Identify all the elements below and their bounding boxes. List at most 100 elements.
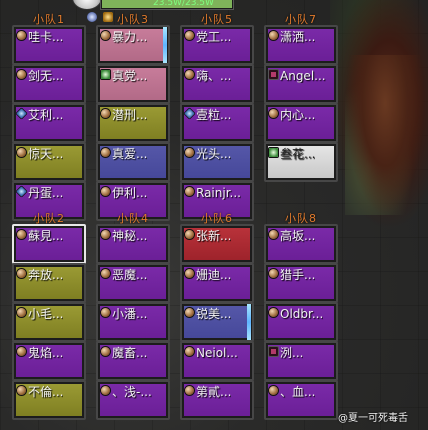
class-icon <box>17 31 26 40</box>
debuff-icon <box>269 70 278 79</box>
member-name: 洌... <box>280 346 304 360</box>
member-name: 鬼焰... <box>28 346 64 360</box>
mana-indicator <box>163 27 167 63</box>
member-name: 潜刑... <box>112 108 148 122</box>
member-name: Rainjr... <box>196 186 241 200</box>
member-name: 姗迪... <box>196 268 232 282</box>
raid-member-frame[interactable]: 第貳... <box>180 380 254 420</box>
raid-member-frame[interactable]: 、浅-... <box>96 380 170 420</box>
heal-icon <box>101 70 110 79</box>
member-name: 光头... <box>196 147 232 161</box>
member-name: 剑无... <box>28 69 64 83</box>
raid-member-frame[interactable]: 内心... <box>264 103 338 143</box>
raid-member-frame[interactable]: 不倫... <box>12 380 86 420</box>
class-icon <box>185 230 194 239</box>
class-icon <box>101 31 110 40</box>
raid-member-frame[interactable]: 真爱... <box>96 142 170 182</box>
member-name: 党工... <box>196 30 232 44</box>
member-name: 蘇見... <box>28 229 64 243</box>
class-icon <box>269 308 278 317</box>
player-health-text: 23.5W/23.5W <box>153 0 214 8</box>
raid-member-frame[interactable]: 党工... <box>180 25 254 65</box>
class-icon <box>185 31 194 40</box>
class-icon <box>101 386 110 395</box>
raid-member-frame[interactable]: 光头... <box>180 142 254 182</box>
raid-member-frame[interactable]: 张新... <box>180 224 254 264</box>
member-name: 真党... <box>112 69 148 83</box>
member-name: 叁花... <box>280 147 316 161</box>
raid-member-frame[interactable]: 嗨、... <box>180 64 254 104</box>
class-icon <box>269 109 278 118</box>
member-name: 张新... <box>196 229 232 243</box>
raid-member-frame[interactable]: 小毛... <box>12 302 86 342</box>
class-icon <box>185 70 194 79</box>
member-name: 伊利... <box>112 186 148 200</box>
member-name: 魔畜... <box>112 346 148 360</box>
class-icon <box>17 269 26 278</box>
raid-member-frame[interactable]: 蘇見... <box>12 224 86 264</box>
raid-member-frame[interactable]: 猎手... <box>264 263 338 303</box>
class-icon <box>17 70 26 79</box>
raid-member-frame[interactable]: 恶魔... <box>96 263 170 303</box>
raid-member-frame[interactable]: Neiol... <box>180 341 254 381</box>
member-name: 暴力... <box>112 30 148 44</box>
class-icon <box>101 187 110 196</box>
class-icon <box>269 269 278 278</box>
member-name: Oldbr... <box>280 307 324 321</box>
raid-member-frame[interactable]: 魔畜... <box>96 341 170 381</box>
member-name: 不倫... <box>28 385 64 399</box>
member-name: 惊天... <box>28 147 64 161</box>
raid-member-frame[interactable]: Oldbr... <box>264 302 338 342</box>
raid-member-frame[interactable]: 神秘... <box>96 224 170 264</box>
member-name: 奔放... <box>28 268 64 282</box>
member-name: 内心... <box>280 108 316 122</box>
raid-member-frame[interactable]: 姗迪... <box>180 263 254 303</box>
watermark: @夏一可死毒舌 <box>338 413 408 424</box>
member-name: 、血... <box>280 385 316 399</box>
raid-member-frame[interactable]: 潜刑... <box>96 103 170 143</box>
member-name: 第貳... <box>196 385 232 399</box>
class-icon <box>269 230 278 239</box>
raid-member-frame[interactable]: 哇卡... <box>12 25 86 65</box>
member-name: 真爱... <box>112 147 148 161</box>
member-name: 、浅-... <box>112 385 152 399</box>
creature-model <box>345 55 425 215</box>
member-name: 壹粒... <box>196 108 232 122</box>
raid-member-frame[interactable]: 奔放... <box>12 263 86 303</box>
class-icon <box>17 148 26 157</box>
member-name: 猎手... <box>280 268 316 282</box>
member-name: Neiol... <box>196 346 238 360</box>
raid-member-frame[interactable]: 暴力... <box>96 25 170 65</box>
class-icon <box>185 386 194 395</box>
member-name: 小毛... <box>28 307 64 321</box>
raid-member-frame[interactable]: 洌... <box>264 341 338 381</box>
mana-indicator <box>247 304 251 340</box>
raid-member-frame[interactable]: 艾利... <box>12 103 86 143</box>
raid-member-frame[interactable]: 锐美... <box>180 302 254 342</box>
raid-member-frame[interactable]: 剑无... <box>12 64 86 104</box>
heal-icon <box>269 148 278 157</box>
member-name: 潇洒... <box>280 30 316 44</box>
raid-member-frame[interactable]: 高坂... <box>264 224 338 264</box>
raid-member-frame[interactable]: 、血... <box>264 380 338 420</box>
class-icon <box>17 230 26 239</box>
class-icon <box>101 308 110 317</box>
member-name: 高坂... <box>280 229 316 243</box>
raid-member-frame[interactable]: 潇洒... <box>264 25 338 65</box>
class-icon <box>185 308 194 317</box>
member-name: 嗨、... <box>196 69 232 83</box>
class-icon <box>17 347 26 356</box>
raid-member-frame[interactable]: Angel... <box>264 64 338 104</box>
class-icon <box>185 347 194 356</box>
class-icon <box>101 230 110 239</box>
raid-member-frame[interactable]: 鬼焰... <box>12 341 86 381</box>
raid-member-frame[interactable]: 惊天... <box>12 142 86 182</box>
class-icon <box>185 187 194 196</box>
raid-member-frame[interactable]: 壹粒... <box>180 103 254 143</box>
class-icon <box>101 148 110 157</box>
raid-member-frame[interactable]: 小潘... <box>96 302 170 342</box>
member-name: 哇卡... <box>28 30 64 44</box>
raid-member-frame[interactable]: 真党... <box>96 64 170 104</box>
raid-member-frame[interactable]: 叁花... <box>264 142 338 182</box>
member-name: 恶魔... <box>112 268 148 282</box>
